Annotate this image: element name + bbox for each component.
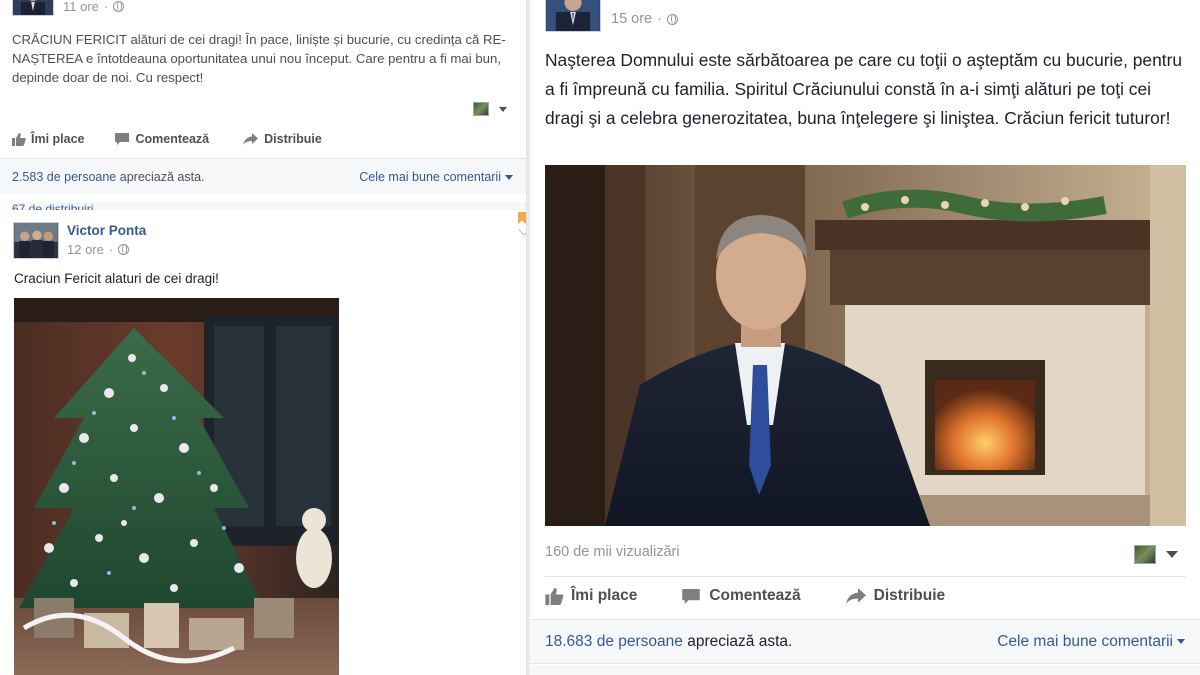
share-arrow-icon (845, 588, 866, 604)
thumbs-up-icon (545, 587, 564, 605)
post-timestamp[interactable]: 12 ore · (67, 242, 130, 257)
audience-menu[interactable] (473, 102, 507, 116)
divider (545, 576, 1186, 577)
chevron-down-icon (1166, 551, 1178, 558)
likes-summary: 18.683 de persoane apreciază asta. Cele … (530, 619, 1200, 664)
like-button[interactable]: Îmi place (545, 587, 637, 605)
share-button[interactable]: Distribuie (243, 132, 322, 146)
post-text: CRĂCIUN FERICIT alături de cei dragi! În… (12, 32, 506, 85)
author-avatar[interactable] (545, 0, 601, 32)
likes-count-link[interactable]: 18.683 de persoane (545, 633, 683, 650)
likes-count-link[interactable]: 2.583 de persoane (12, 170, 116, 184)
christmas-tree-image (14, 298, 339, 675)
post-card-right: 15 ore · Naşterea Domnului este sărbătoa… (530, 0, 1200, 675)
views-count: 160 de mii vizualizări (545, 544, 680, 560)
avatar-group-photo-icon (14, 223, 58, 258)
post-text: Craciun Fericit alaturi de cei dragi! (14, 271, 219, 286)
post-card-top-left: 11 ore · CRĂCIUN FERICIT alături de cei … (0, 0, 527, 210)
post-actions: Îmi place Comentează Distribuie (545, 587, 945, 605)
chevron-down-icon (499, 106, 507, 112)
avatar-portrait-icon (546, 0, 600, 31)
globe-icon (113, 1, 125, 12)
comment-icon (682, 588, 701, 604)
video-frame-image (545, 165, 1186, 526)
globe-icon (118, 244, 130, 255)
post-text: Naşterea Domnului este sărbătoarea pe ca… (545, 50, 1183, 128)
likes-summary: 2.583 de persoane apreciază asta. Cele m… (0, 158, 526, 194)
post-timestamp[interactable]: 11 ore · (63, 0, 125, 14)
author-avatar[interactable] (12, 0, 54, 16)
shares-count-link[interactable]: 67 de distribuiri (12, 202, 526, 210)
audience-menu[interactable] (1134, 545, 1178, 564)
post-actions: Îmi place Comentează Distribuie (12, 132, 322, 146)
chevron-down-icon (1177, 638, 1185, 644)
share-arrow-icon (243, 133, 259, 145)
thumbnail-icon (473, 102, 489, 116)
thumbs-up-icon (12, 132, 26, 146)
comment-button[interactable]: Comentează (682, 587, 801, 605)
post-timestamp[interactable]: 15 ore · (611, 11, 678, 27)
comment-icon (114, 133, 129, 145)
author-avatar[interactable] (13, 222, 59, 259)
chevron-down-icon (505, 174, 513, 180)
video-player[interactable] (545, 165, 1186, 526)
bookmark-icon[interactable] (518, 212, 526, 224)
best-comments-dropdown[interactable]: Cele mai bune comentarii (359, 170, 513, 184)
comment-button[interactable]: Comentează (114, 132, 209, 146)
post-options-chevron-icon[interactable] (518, 224, 526, 236)
like-button[interactable]: Îmi place (12, 132, 85, 146)
avatar-portrait-icon (13, 0, 53, 15)
post-card-victor-ponta: Victor Ponta 12 ore · Craciun Fericit al… (0, 210, 527, 675)
christmas-tree-photo[interactable] (14, 298, 339, 675)
globe-icon (666, 13, 678, 25)
comments-area (530, 665, 1200, 675)
share-button[interactable]: Distribuie (845, 587, 945, 605)
author-name-link[interactable]: Victor Ponta (67, 223, 146, 238)
best-comments-dropdown[interactable]: Cele mai bune comentarii (997, 633, 1185, 651)
thumbnail-icon (1134, 545, 1156, 564)
